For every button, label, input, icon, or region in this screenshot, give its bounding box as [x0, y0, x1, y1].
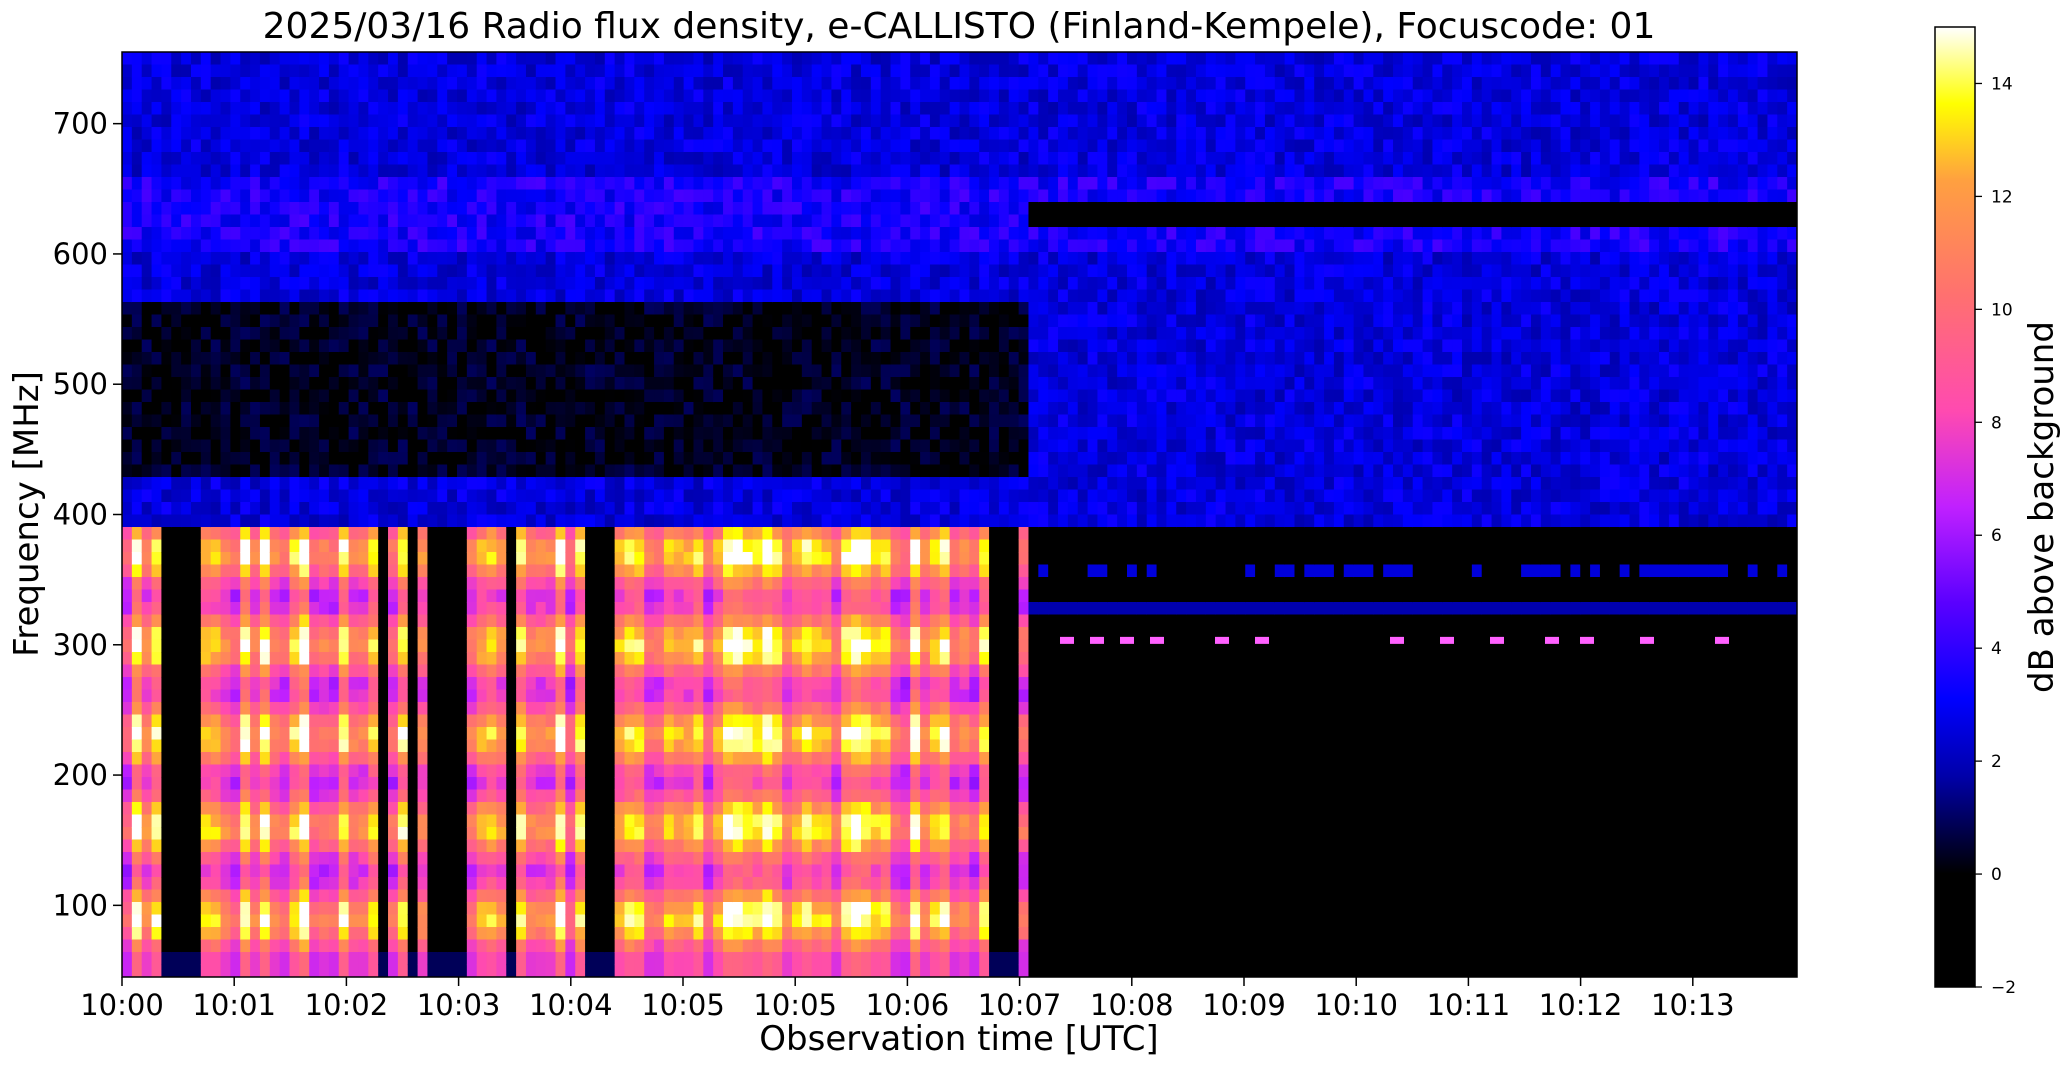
- x-tick-label: 10:09: [1202, 988, 1286, 1022]
- x-tick-label: 10:03: [417, 988, 501, 1022]
- x-tick-label: 10:05: [641, 988, 725, 1022]
- colorbar: [1934, 26, 1976, 988]
- x-tick-label: 10:01: [192, 988, 276, 1022]
- x-tick-label: 10:13: [1651, 988, 1735, 1022]
- spectrogram-plot-area: [122, 52, 1797, 977]
- colorbar-tick-label: 8: [1991, 413, 2002, 433]
- y-axis: 100 200 300 400 500 600 700: [53, 107, 122, 922]
- x-tick-label: 10:11: [1427, 988, 1511, 1022]
- x-axis-label: Observation time [UTC]: [759, 1019, 1158, 1059]
- x-tick-label: 10:04: [529, 988, 613, 1022]
- x-tick-label: 10:02: [305, 988, 389, 1022]
- y-tick-label: 700: [53, 107, 108, 141]
- colorbar-label: dB above background: [2022, 321, 2062, 693]
- y-tick-label: 600: [53, 237, 108, 271]
- y-tick-label: 300: [53, 628, 108, 662]
- x-axis: 10:00 10:01 10:02 10:03 10:04 10:05 10:05 10:06…: [80, 977, 1735, 1022]
- colorbar-tick-label: −2: [1991, 978, 2016, 998]
- x-tick-label: 10:07: [978, 988, 1062, 1022]
- y-tick-label: 500: [53, 367, 108, 401]
- y-tick-label: 200: [53, 758, 108, 792]
- colorbar-tick-label: 12: [1991, 187, 2013, 207]
- y-tick-label: 100: [53, 888, 108, 922]
- x-tick-label: 10:05: [753, 988, 837, 1022]
- x-tick-label: 10:08: [1090, 988, 1174, 1022]
- x-tick-label: 10:12: [1539, 988, 1623, 1022]
- colorbar-ticks: −2 0 2 4 6 8 10 12 14: [1975, 74, 2016, 998]
- y-tick-label: 400: [53, 498, 108, 532]
- spectrogram-chart: 2025/03/16 Radio flux density, e-CALLIST…: [7, 6, 2062, 1059]
- x-tick-label: 10:10: [1314, 988, 1398, 1022]
- x-tick-label: 10:00: [80, 988, 164, 1022]
- x-tick-label: 10:06: [866, 988, 950, 1022]
- colorbar-tick-label: 6: [1991, 526, 2002, 546]
- chart-title: 2025/03/16 Radio flux density, e-CALLIST…: [263, 6, 1656, 47]
- y-axis-label: Frequency [MHz]: [7, 371, 47, 657]
- colorbar-tick-label: 2: [1991, 752, 2002, 772]
- colorbar-tick-label: 10: [1991, 300, 2013, 320]
- colorbar-tick-label: 0: [1991, 865, 2002, 885]
- colorbar-tick-label: 4: [1991, 639, 2002, 659]
- colorbar-tick-label: 14: [1991, 74, 2013, 94]
